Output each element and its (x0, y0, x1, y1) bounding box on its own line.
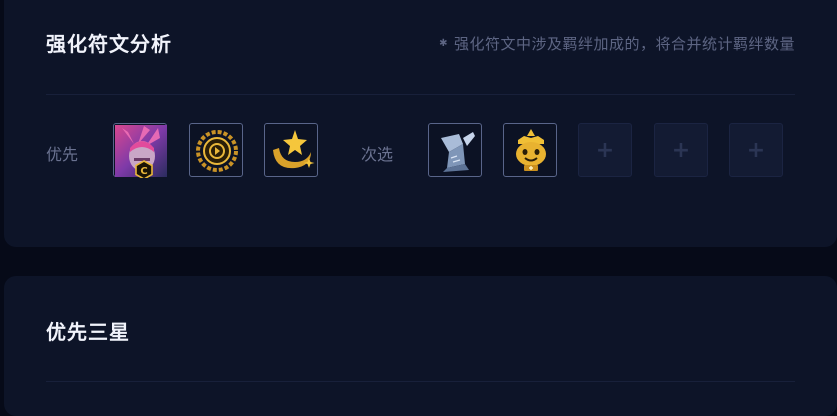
augment-analysis-card: 强化符文分析 ✱ 强化符文中涉及羁绊加成的，将合并统计羁绊数量 优先 C 次选 … (4, 0, 837, 247)
three-star-priority-title: 优先三星 (46, 320, 130, 344)
section-divider (46, 94, 795, 95)
golden-crowned-creature-icon (516, 129, 546, 171)
augment-slot-priority-2[interactable] (189, 123, 243, 177)
plus-icon: + (595, 137, 615, 163)
augment-slot-priority-1[interactable]: C (113, 123, 167, 178)
three-star-priority-card: 优先三星 (4, 276, 837, 416)
alternative-label: 次选 (361, 145, 394, 164)
asterisk-icon: ✱ (439, 38, 448, 49)
golden-star-swirl-icon (273, 130, 315, 169)
svg-text:C: C (140, 166, 147, 177)
augment-slot-empty-2[interactable]: + (654, 123, 708, 177)
augment-slot-priority-3[interactable] (264, 123, 318, 177)
augment-slot-alternative-1[interactable] (428, 123, 482, 177)
stone-hammer-icon (441, 132, 475, 172)
gold-coin-ring-icon (196, 130, 238, 172)
section-divider (46, 381, 795, 382)
plus-icon: + (746, 137, 766, 163)
augment-slot-empty-1[interactable]: + (578, 123, 632, 177)
augment-slot-empty-3[interactable]: + (729, 123, 783, 177)
priority-label: 优先 (46, 145, 79, 164)
augment-slot-alternative-2[interactable] (503, 123, 557, 177)
augment-analysis-title: 强化符文分析 (46, 32, 172, 56)
champion-portrait-c-badge-icon: C (115, 125, 167, 178)
augment-analysis-note: ✱ 强化符文中涉及羁绊加成的，将合并统计羁绊数量 (439, 33, 795, 54)
augment-note-text: 强化符文中涉及羁绊加成的，将合并统计羁绊数量 (453, 35, 795, 53)
plus-icon: + (671, 137, 691, 163)
